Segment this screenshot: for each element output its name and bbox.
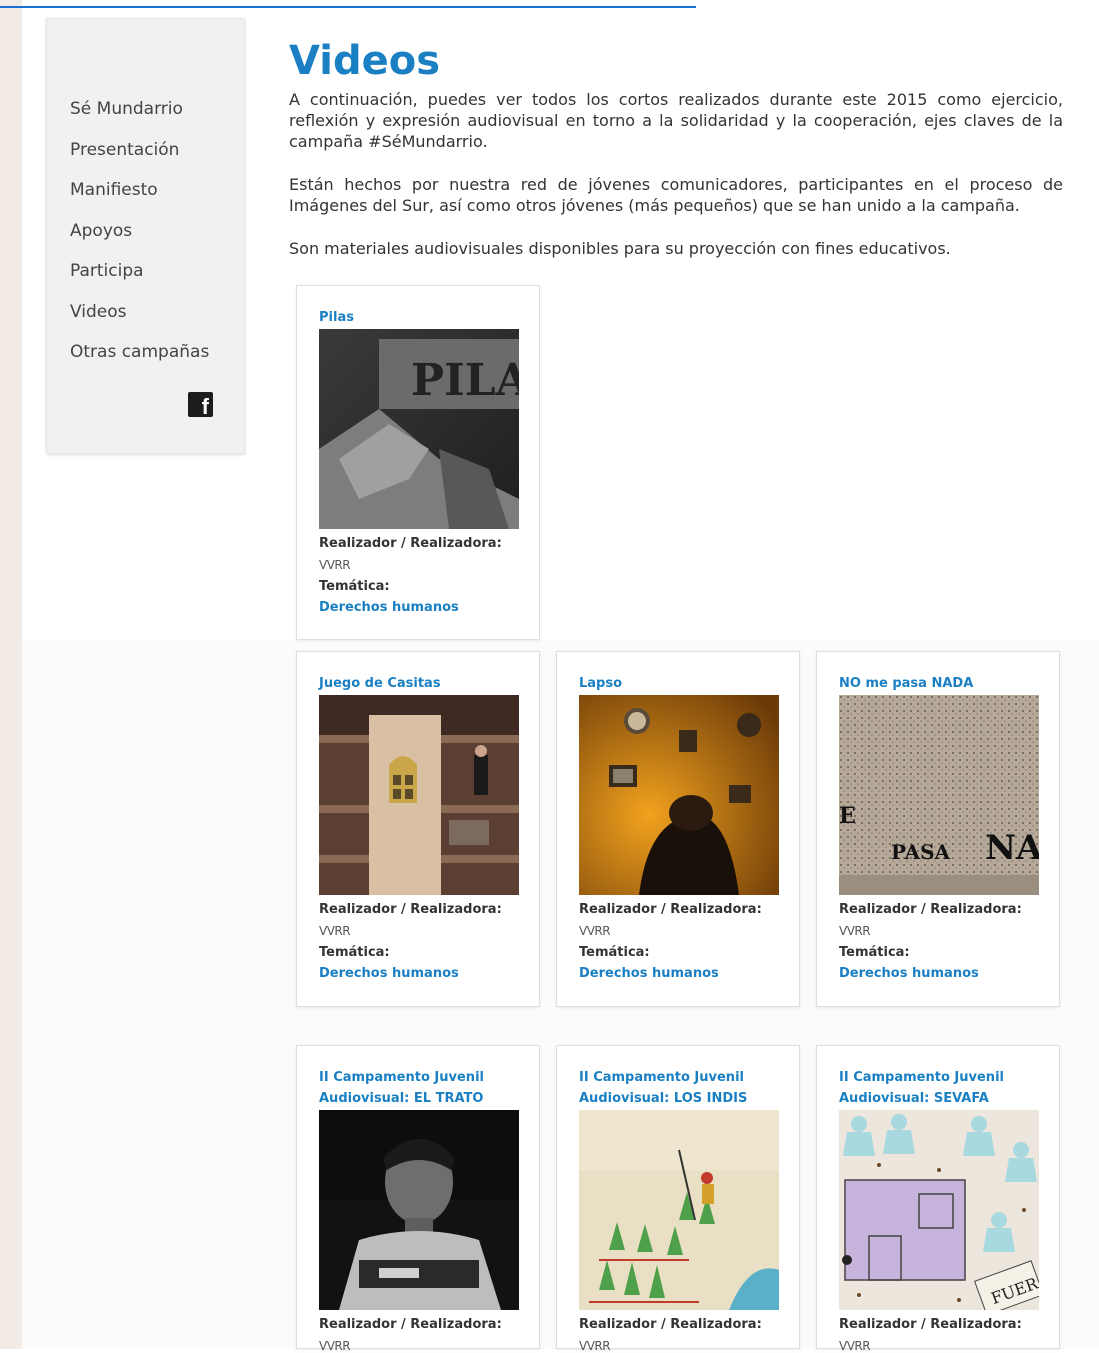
sidebar-item-participa[interactable]: Participa [47, 259, 244, 300]
tematica-label: Temática: [839, 945, 910, 960]
video-thumbnail[interactable] [579, 1110, 779, 1310]
sidebar-item-se-mundarrio[interactable]: Sé Mundarrio [47, 97, 244, 138]
realizador-value: VVRR [319, 924, 351, 938]
video-card-pilas: Pilas PILA Realizador / Realizadora: VVR… [296, 285, 540, 640]
tematica-link[interactable]: Derechos humanos [839, 966, 979, 981]
video-thumbnail[interactable]: PILA [319, 329, 519, 529]
realizador-label: Realizador / Realizadora: [319, 1317, 502, 1332]
thumbnail-image: E PASA NA [839, 695, 1039, 895]
tematica-label: Temática: [319, 945, 390, 960]
realizador-label: Realizador / Realizadora: [319, 536, 502, 551]
video-title-link[interactable]: Lapso [579, 673, 789, 694]
facebook-icon[interactable]: f [188, 392, 213, 417]
realizador-value: VVRR [319, 1339, 351, 1353]
sidebar-item-apoyos[interactable]: Apoyos [47, 219, 244, 260]
video-thumbnail[interactable] [579, 695, 779, 895]
sidebar-item-videos[interactable]: Videos [47, 300, 244, 341]
video-card-no-me-pasa-nada: NO me pasa NADA E PASA NA Realizador / R… [816, 651, 1060, 1007]
page-title: Videos [289, 38, 441, 84]
intro-paragraph: A continuación, puedes ver todos los cor… [289, 90, 1063, 151]
video-title-link[interactable]: II Campamento Juvenil Audiovisual: LOS I… [579, 1067, 789, 1109]
realizador-label: Realizador / Realizadora: [579, 1317, 762, 1332]
video-card-el-trato: II Campamento Juvenil Audiovisual: EL TR… [296, 1045, 540, 1353]
intro-text: A continuación, puedes ver todos los cor… [289, 89, 1063, 281]
realizador-label: Realizador / Realizadora: [579, 902, 762, 917]
realizador-value: VVRR [839, 924, 871, 938]
tematica-link[interactable]: Derechos humanos [319, 600, 459, 615]
realizador-value: VVRR [579, 1339, 611, 1353]
tematica-label: Temática: [579, 945, 650, 960]
realizador-label: Realizador / Realizadora: [319, 902, 502, 917]
video-card-sevafa: II Campamento Juvenil Audiovisual: SEVAF… [816, 1045, 1060, 1353]
thumbnail-caption: E [839, 803, 856, 829]
video-card-lapso: Lapso Realizador / Realizadora: VVRR Tem… [556, 651, 800, 1007]
thumbnail-caption: PILA [411, 355, 519, 406]
video-title-link[interactable]: Pilas [319, 307, 529, 328]
sidebar-menu: Sé Mundarrio Presentación Manifiesto Apo… [47, 19, 244, 381]
video-thumbnail[interactable] [319, 695, 519, 895]
thumbnail-caption: PASA [891, 840, 951, 864]
sidebar-item-presentacion[interactable]: Presentación [47, 138, 244, 179]
tematica-link[interactable]: Derechos humanos [579, 966, 719, 981]
video-thumbnail[interactable] [319, 1110, 519, 1310]
video-title-link[interactable]: NO me pasa NADA [839, 673, 1049, 694]
thumbnail-image [579, 695, 779, 895]
realizador-value: VVRR [839, 1339, 871, 1353]
intro-paragraph: Son materiales audiovisuales disponibles… [289, 239, 951, 258]
video-thumbnail[interactable]: FUERA [839, 1110, 1039, 1310]
video-card-juego-de-casitas: Juego de Casitas Realizador / Realizador… [296, 651, 540, 1007]
thumbnail-image [579, 1110, 779, 1310]
video-title-link[interactable]: II Campamento Juvenil Audiovisual: SEVAF… [839, 1067, 1049, 1109]
thumbnail-image [319, 1110, 519, 1310]
realizador-value: VVRR [579, 924, 611, 938]
top-url-link[interactable] [0, 0, 696, 8]
tematica-link[interactable]: Derechos humanos [319, 966, 459, 981]
sidebar-item-manifiesto[interactable]: Manifiesto [47, 178, 244, 219]
sidebar-item-otras-campanas[interactable]: Otras campañas [47, 340, 244, 381]
left-edge-strip [0, 0, 22, 1349]
sidebar-nav: Sé Mundarrio Presentación Manifiesto Apo… [46, 18, 245, 454]
thumbnail-image: PILA [319, 329, 519, 529]
video-title-link[interactable]: II Campamento Juvenil Audiovisual: EL TR… [319, 1067, 529, 1109]
realizador-value: VVRR [319, 558, 351, 572]
realizador-label: Realizador / Realizadora: [839, 902, 1022, 917]
video-title-link[interactable]: Juego de Casitas [319, 673, 529, 694]
thumbnail-image [319, 695, 519, 895]
intro-paragraph: Están hechos por nuestra red de jóvenes … [289, 175, 1063, 215]
video-card-los-indis: II Campamento Juvenil Audiovisual: LOS I… [556, 1045, 800, 1353]
tematica-label: Temática: [319, 579, 390, 594]
thumbnail-caption: NA [985, 828, 1039, 868]
video-thumbnail[interactable]: E PASA NA [839, 695, 1039, 895]
thumbnail-image: FUERA [839, 1110, 1039, 1310]
realizador-label: Realizador / Realizadora: [839, 1317, 1022, 1332]
